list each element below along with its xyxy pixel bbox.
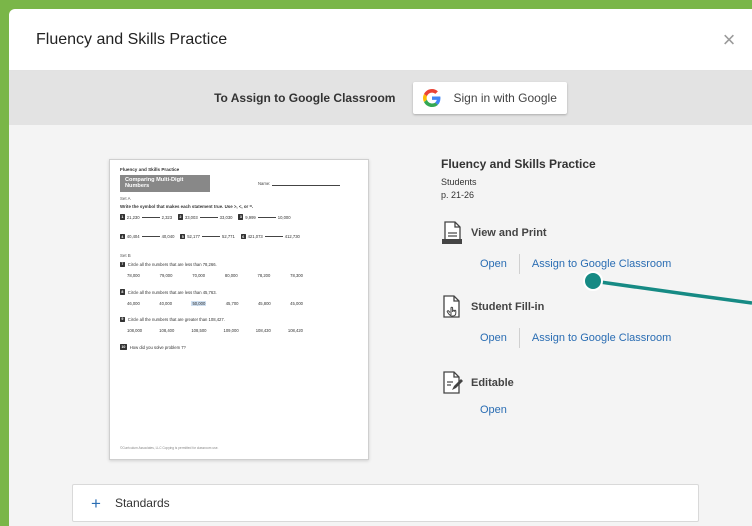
modal-header: Fluency and Skills Practice × (9, 9, 752, 71)
question-8-values: 46,000 40,000 50,000 45,700 45,800 45,000 (127, 300, 303, 306)
modal-dialog: Fluency and Skills Practice × To Assign … (9, 9, 752, 526)
resource-info: Fluency and Skills Practice Students p. … (441, 157, 596, 202)
question-8: 8 Circle all the numbers that are less th… (120, 289, 217, 295)
edit-document-icon (443, 371, 463, 394)
question-9: 9 Circle all the numbers that are greater… (120, 316, 225, 323)
name-label: Name: (258, 180, 271, 186)
fill-in-assign-link[interactable]: Assign to Google Classroom (532, 332, 671, 344)
resource-pages: p. 21-26 (441, 190, 475, 200)
problem-item: 5 52,177 52,771 (180, 233, 235, 240)
resource-audience: Students (441, 177, 477, 187)
worksheet-thumbnail: Fluency and Skills Practice Comparing Mu… (109, 159, 369, 460)
section-student-fill-in: Student Fill-in Open Assign to Google Cl… (441, 295, 671, 348)
worksheet-header: Fluency and Skills Practice (120, 167, 180, 172)
sign-in-label: Sign in with Google (453, 91, 557, 105)
worksheet-name-line: Name: (258, 181, 358, 186)
question-10: 10 How did you solve problem 7? (120, 344, 186, 350)
problem-item: 1 21,230 2,323 (120, 214, 173, 220)
plus-icon: + (91, 493, 101, 513)
google-classroom-label: To Assign to Google Classroom (214, 91, 396, 105)
worksheet-banner: Comparing Multi-Digit Numbers (120, 174, 210, 192)
editable-open-link[interactable]: Open (480, 404, 507, 416)
google-classroom-bar: To Assign to Google Classroom Sign in wi… (9, 71, 752, 125)
problem-item: 6 421,073 412,730 (240, 233, 300, 240)
section-title: Student Fill-in (471, 301, 545, 313)
sign-in-with-google-button[interactable]: Sign in with Google (413, 82, 567, 114)
section-title: Editable (471, 377, 514, 389)
view-print-open-link[interactable]: Open (480, 258, 507, 270)
modal-content: Fluency and Skills Practice Comparing Mu… (9, 125, 752, 526)
problem-row-2: 4 40,404 40,040 5 52,177 52,771 6 421,073 412,… (120, 233, 358, 240)
modal-title: Fluency and Skills Practice (36, 30, 228, 48)
print-document-icon (442, 221, 462, 244)
google-logo-icon (423, 89, 441, 107)
close-button[interactable]: × (716, 27, 742, 53)
problem-item: 3 9,999 10,000 (238, 214, 291, 220)
fill-in-open-link[interactable]: Open (480, 332, 507, 344)
worksheet-footer: ©Curriculum Associates, LLC Copying is p… (120, 446, 219, 451)
worksheet-instruction: Write the symbol that makes each stateme… (120, 204, 254, 210)
section-view-and-print: View and Print Open Assign to Google Cla… (441, 221, 671, 274)
question-7: 7 Circle all the numbers that are less th… (120, 261, 217, 268)
resource-title: Fluency and Skills Practice (441, 157, 596, 171)
standards-accordion[interactable]: + Standards (72, 484, 699, 522)
problem-item: 4 40,404 40,040 (120, 233, 175, 240)
fill-in-document-icon (443, 295, 460, 318)
problem-row-1: 1 21,230 2,323 2 33,003 33,030 3 9,999 10,000 (120, 214, 358, 220)
problem-item: 2 33,003 33,030 (178, 214, 233, 220)
worksheet-banner-row: Comparing Multi-Digit Numbers Name: (120, 174, 358, 192)
standards-label: Standards (114, 496, 170, 510)
section-title: View and Print (471, 227, 547, 239)
set-b-label: Set B (120, 253, 131, 259)
set-a-label: Set A (120, 195, 131, 201)
view-print-assign-link[interactable]: Assign to Google Classroom (532, 258, 671, 270)
section-editable: Editable Open (441, 371, 514, 416)
question-9-values: 108,000 108,400 108,500 109,000 108,430 108,4… (127, 328, 303, 334)
question-7-values: 78,000 79,000 70,000 80,000 78,200 78,300 (127, 273, 303, 279)
